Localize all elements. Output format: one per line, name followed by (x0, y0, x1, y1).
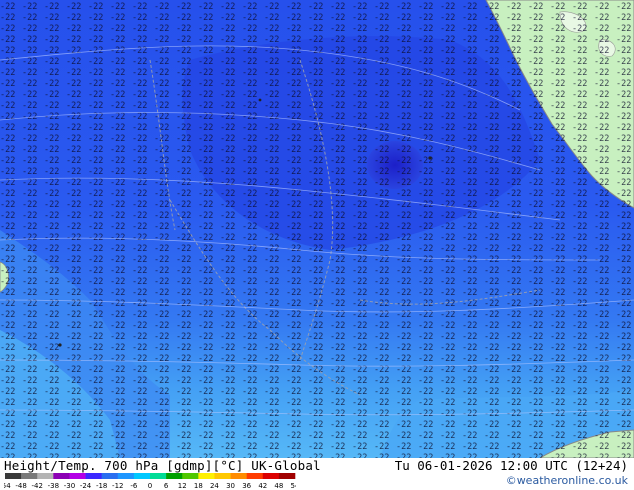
legend-swatch (133, 473, 151, 479)
legend-tick-label: 30 (226, 482, 235, 490)
legend-swatch (278, 473, 296, 479)
legend-swatch (262, 473, 280, 479)
footer-bar: Height/Temp. 700 hPa [gdmp][°C] UK-Globa… (0, 458, 634, 490)
legend-tick-label: 24 (210, 482, 219, 490)
legend-swatch (69, 473, 86, 479)
valid-datetime: Tu 06-01-2026 12:00 UTC (12+24) (394, 458, 628, 473)
legend-tick-label: 12 (178, 482, 187, 490)
map-title: Height/Temp. 700 hPa [gdmp][°C] UK-Globa… (4, 458, 321, 473)
legend-swatch (117, 473, 135, 479)
map-model: UK-Global (251, 458, 321, 473)
legend-tick-label: -42 (32, 482, 43, 490)
legend-tick-label: 36 (242, 482, 251, 490)
legend-tick-label: -24 (80, 482, 92, 490)
legend-swatch (101, 473, 119, 479)
legend-swatch (214, 473, 231, 479)
legend-tick-label: 6 (164, 482, 169, 490)
legend-tick-label: -18 (96, 482, 107, 490)
color-legend: -54 -48 -42 -38 -30 -24 -18 -12 -6 0 6 12 18 24 30 36 42… (4, 473, 296, 490)
legend-swatch (37, 473, 54, 479)
legend-tick-label: 42 (258, 482, 267, 490)
legend-swatch (5, 473, 22, 479)
contour-label-texture (0, 0, 634, 458)
legend-tick-label: -38 (48, 482, 59, 490)
legend-swatch (230, 473, 247, 479)
legend-tick-label: -48 (15, 482, 26, 490)
legend-tick-label: 18 (194, 482, 203, 490)
legend-tick-label: -6 (130, 482, 138, 490)
legend-swatch (166, 473, 183, 479)
legend-tick-label: 0 (148, 482, 152, 490)
legend-tick-label: 48 (274, 482, 283, 490)
legend-swatch (198, 473, 215, 479)
map-frame: -22 (0, 0, 634, 490)
legend-swatch (246, 473, 264, 479)
legend-tick-label: 54 (291, 482, 296, 490)
legend-swatch (182, 473, 199, 479)
weather-map[interactable]: -22 (0, 0, 634, 458)
legend-swatch (150, 473, 167, 479)
legend-swatch (53, 473, 70, 479)
map-quantity: Height/Temp. 700 hPa [gdmp][°C] (4, 458, 244, 473)
legend-tick-label: -54 (4, 482, 11, 490)
legend-swatch (85, 473, 102, 479)
legend-tick-label: -30 (64, 482, 75, 490)
credit-link[interactable]: ©weatheronline.co.uk (506, 474, 628, 487)
legend-swatch (21, 473, 38, 479)
legend-tick-label: -12 (112, 482, 123, 490)
